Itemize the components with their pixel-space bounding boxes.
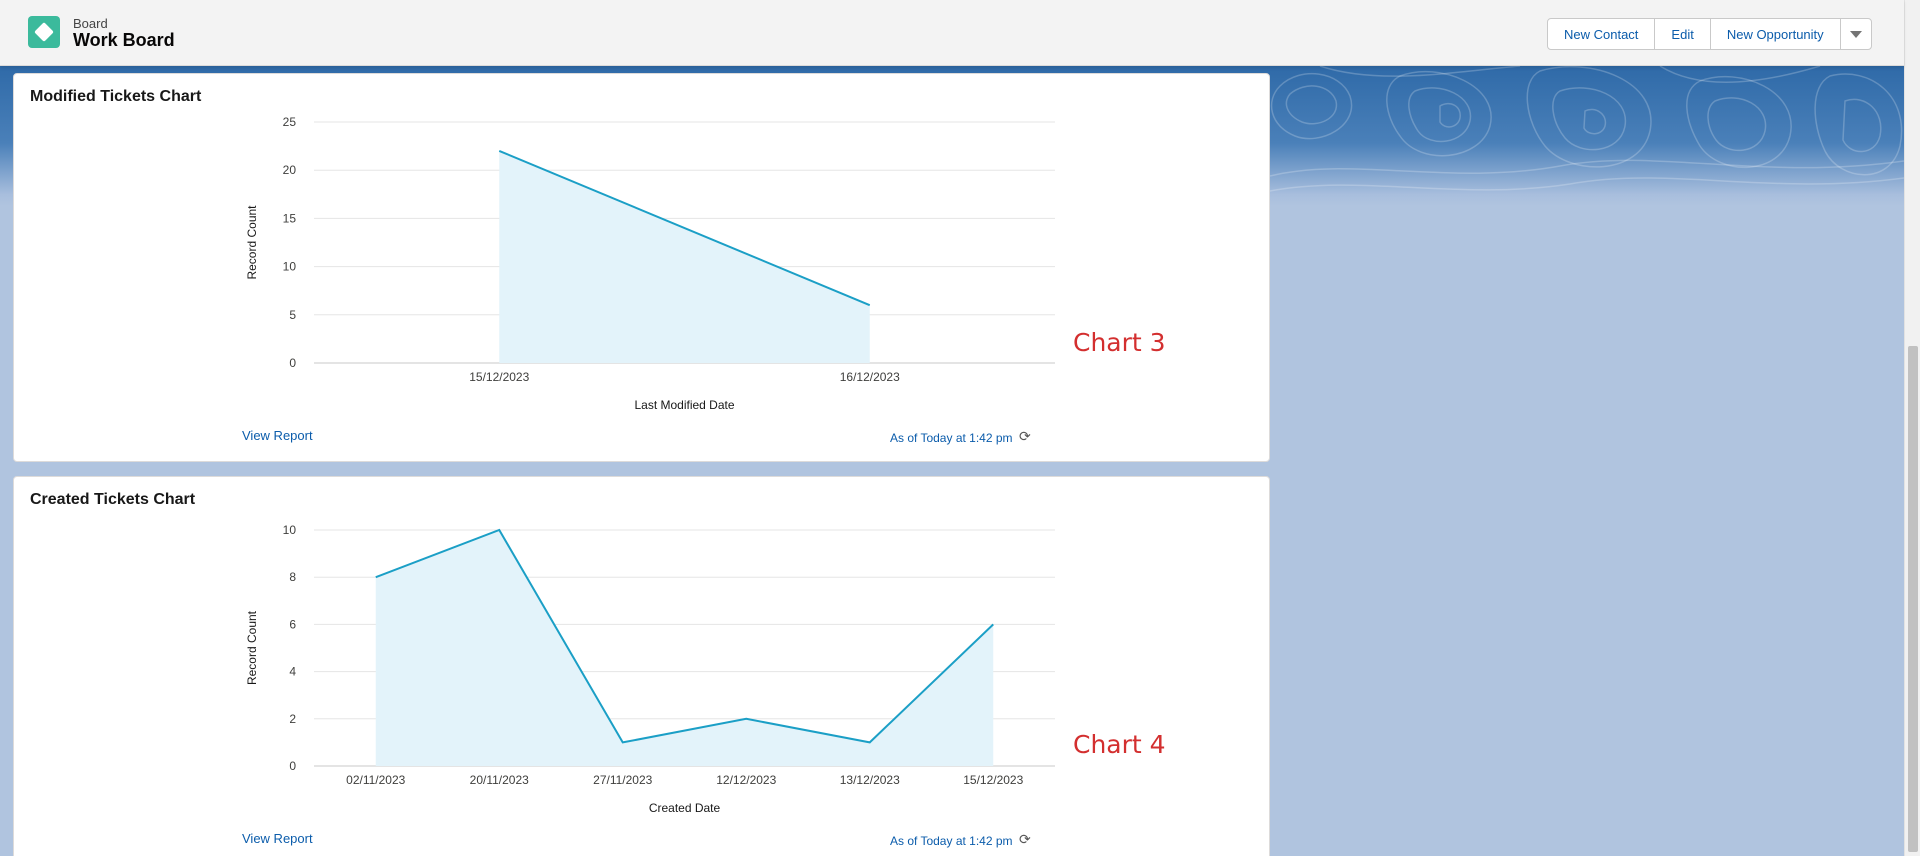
view-report-link[interactable]: View Report	[242, 428, 313, 443]
refresh-icon[interactable]: ⟳	[1019, 831, 1031, 848]
y-tick-label: 0	[289, 356, 296, 370]
page-title: Work Board	[73, 30, 175, 50]
chart-annotation: Chart 4	[1073, 730, 1166, 759]
y-tick-label: 0	[289, 759, 296, 773]
y-tick-label: 4	[289, 665, 296, 679]
data-point[interactable]	[743, 716, 749, 722]
header-actions: New Contact Edit New Opportunity	[1547, 18, 1872, 50]
object-label: Board	[73, 16, 108, 31]
x-tick-label: 15/12/2023	[469, 370, 529, 384]
data-point[interactable]	[373, 574, 379, 580]
record-header: Board Work Board New Contact Edit New Op…	[0, 0, 1904, 66]
as-of-timestamp: As of Today at 1:42 pm	[890, 834, 1013, 848]
chart-card-created: Created Tickets Chart 0 2 4 6 8 10 02/11/2023 2…	[13, 476, 1270, 856]
data-point[interactable]	[867, 302, 873, 308]
x-axis-title: Created Date	[649, 801, 721, 815]
new-opportunity-button[interactable]: New Opportunity	[1709, 18, 1841, 50]
board-app-icon	[28, 16, 60, 48]
edit-button[interactable]: Edit	[1654, 18, 1711, 50]
x-tick-label: 15/12/2023	[963, 773, 1023, 787]
y-tick-label: 8	[289, 570, 296, 584]
scrollbar-thumb[interactable]	[1908, 346, 1918, 852]
data-point[interactable]	[990, 621, 996, 627]
created-tickets-chart: 0 2 4 6 8 10 02/11/2023 20/11/2023 27/11/2023 12/…	[245, 523, 1055, 815]
x-tick-label: 27/11/2023	[593, 773, 652, 787]
y-tick-label: 2	[289, 712, 296, 726]
new-contact-button[interactable]: New Contact	[1547, 18, 1656, 50]
x-tick-label: 16/12/2023	[840, 370, 900, 384]
view-report-link[interactable]: View Report	[242, 831, 313, 846]
modified-tickets-chart: 0 5 10 15 20 25 15/12/2023 16/12/2023 Last Modif…	[245, 115, 1055, 412]
x-tick-label: 12/12/2023	[716, 773, 776, 787]
chevron-down-icon	[1849, 30, 1862, 38]
x-tick-label: 02/11/2023	[346, 773, 405, 787]
y-axis-title: Record Count	[245, 205, 259, 280]
page-scrollbar[interactable]	[1904, 0, 1920, 856]
data-point[interactable]	[496, 148, 502, 154]
data-point[interactable]	[620, 739, 626, 745]
as-of-timestamp: As of Today at 1:42 pm	[890, 431, 1013, 445]
y-tick-label: 10	[283, 523, 297, 537]
data-point[interactable]	[496, 527, 502, 533]
y-tick-label: 6	[289, 617, 296, 631]
data-point[interactable]	[867, 739, 873, 745]
chart-card-modified: Modified Tickets Chart 0 5 10 15 20 25 15/12/2…	[13, 73, 1270, 462]
y-axis-title: Record Count	[245, 610, 259, 685]
refresh-icon[interactable]: ⟳	[1019, 428, 1031, 445]
series-area	[499, 150, 870, 363]
x-tick-label: 20/11/2023	[470, 773, 529, 787]
y-tick-label: 5	[289, 308, 296, 322]
chart-annotation: Chart 3	[1073, 328, 1166, 357]
y-tick-label: 15	[283, 211, 297, 225]
y-tick-label: 10	[283, 260, 297, 274]
y-tick-label: 20	[283, 163, 297, 177]
y-tick-label: 25	[283, 115, 297, 129]
x-axis-title: Last Modified Date	[634, 398, 734, 412]
more-actions-button[interactable]	[1839, 18, 1872, 50]
x-tick-label: 13/12/2023	[840, 773, 900, 787]
